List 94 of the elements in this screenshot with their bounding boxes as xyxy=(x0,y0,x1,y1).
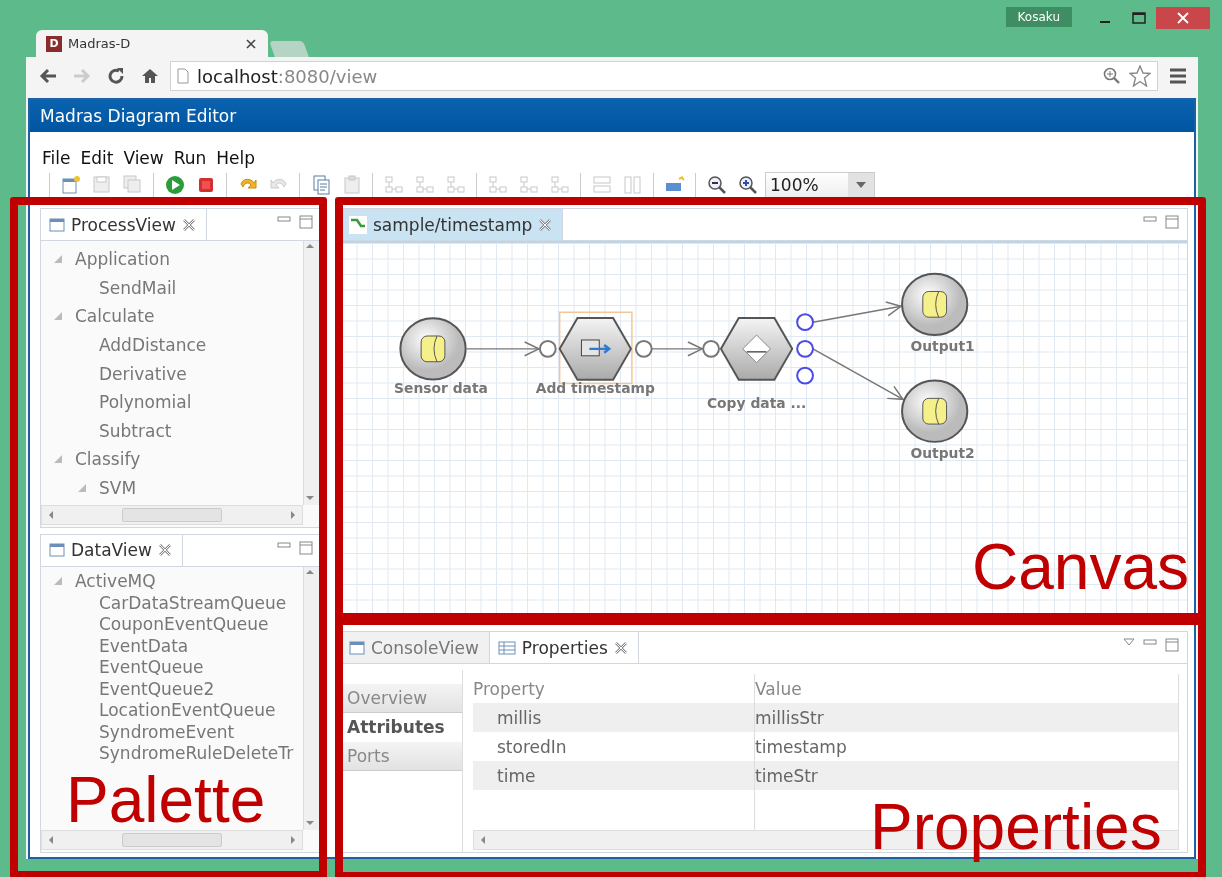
node-label: Output2 xyxy=(910,444,975,461)
annotation-label: Palette xyxy=(66,776,266,825)
tree-item[interactable]: LocationEventQueue xyxy=(99,700,276,721)
tree-item[interactable]: EventQueue xyxy=(99,657,204,678)
close-icon xyxy=(181,217,196,232)
back-arrow-icon[interactable] xyxy=(38,67,58,85)
section-tab[interactable]: Ports xyxy=(341,742,462,771)
close-icon xyxy=(613,640,628,655)
tree-item[interactable]: EventQueue2 xyxy=(99,678,215,699)
page-icon xyxy=(177,68,189,84)
tree-item[interactable]: SyndromeRuleDeleteTr xyxy=(99,743,294,764)
reload-icon[interactable] xyxy=(107,67,125,85)
panel-tab[interactable]: ConsoleView xyxy=(341,632,490,663)
menu-item[interactable]: Run xyxy=(173,148,207,168)
window-icon xyxy=(349,639,365,656)
maximize-icon xyxy=(1165,638,1179,652)
port-icon[interactable] xyxy=(634,339,653,358)
table-icon xyxy=(497,640,516,655)
port-icon[interactable] xyxy=(796,366,814,385)
section-tab[interactable]: Overview xyxy=(341,684,462,713)
expanded-arrow-icon[interactable] xyxy=(54,312,62,321)
minimize-icon xyxy=(277,215,291,223)
tree-item[interactable]: Polynomial xyxy=(99,392,192,413)
expanded-arrow-icon[interactable] xyxy=(54,255,62,264)
tree-item[interactable]: SVM xyxy=(99,478,137,499)
horizontal-scrollbar[interactable] xyxy=(41,830,303,850)
tree-item[interactable]: SyndromeEvent xyxy=(99,721,235,742)
zoom-icon[interactable] xyxy=(1103,67,1121,85)
tree-item[interactable]: Application xyxy=(75,249,170,270)
maximize-icon xyxy=(1165,215,1179,229)
port-icon[interactable] xyxy=(538,339,557,358)
maximize-icon[interactable] xyxy=(1132,12,1146,24)
new-file-icon[interactable] xyxy=(59,174,82,196)
tree-item[interactable]: ActiveMQ xyxy=(75,571,156,592)
table-cell: timeStr xyxy=(755,761,1179,790)
connector-arrow xyxy=(650,341,704,357)
star-icon[interactable] xyxy=(1129,65,1151,87)
minimize-icon xyxy=(277,540,291,549)
expanded-arrow-icon[interactable] xyxy=(54,577,62,586)
node-label: Output1 xyxy=(910,337,975,354)
zoom-dropdown[interactable]: 100% xyxy=(765,172,875,198)
menu-item[interactable]: File xyxy=(42,148,71,168)
browser-tab[interactable]: D Madras-D xyxy=(36,30,268,57)
close-icon xyxy=(1177,12,1189,24)
zoom-in-icon[interactable] xyxy=(736,174,759,196)
home-icon[interactable] xyxy=(141,67,159,85)
menu-item[interactable]: View xyxy=(123,148,164,168)
app-title: Madras Diagram Editor xyxy=(30,100,1194,132)
close-icon[interactable] xyxy=(246,38,256,49)
horizontal-scrollbar[interactable] xyxy=(41,504,303,525)
data-store-node[interactable] xyxy=(901,272,969,336)
node-label: Sensor data xyxy=(394,380,488,397)
user-name: Kosaku xyxy=(1005,7,1072,27)
minimize-icon xyxy=(1143,638,1157,646)
diagram-icon xyxy=(349,215,367,234)
table-cell: time xyxy=(473,761,755,790)
caret-icon xyxy=(856,182,866,188)
copy-node[interactable] xyxy=(719,317,794,381)
expanded-arrow-icon[interactable] xyxy=(78,484,86,493)
zoom-out-icon[interactable] xyxy=(705,174,728,196)
tree-item[interactable]: EventData xyxy=(99,635,189,656)
port-icon[interactable] xyxy=(702,339,720,358)
favicon: D xyxy=(46,35,62,52)
minimize-icon xyxy=(1143,215,1157,223)
window-icon xyxy=(49,216,65,233)
tree-item[interactable]: Classify xyxy=(75,449,141,470)
data-store-node[interactable] xyxy=(399,317,467,381)
view-menu-icon[interactable] xyxy=(1123,638,1135,646)
close-icon xyxy=(157,543,172,557)
node-label: Copy data ... xyxy=(706,395,807,412)
annotation-label: Canvas xyxy=(972,535,1189,599)
node-label: Add timestamp xyxy=(535,380,655,397)
expanded-arrow-icon[interactable] xyxy=(54,455,62,464)
run-icon[interactable] xyxy=(163,174,186,196)
close-icon xyxy=(538,217,553,232)
tree-item[interactable]: AddDistance xyxy=(99,335,207,356)
maximize-icon xyxy=(299,215,313,229)
tree-item[interactable]: Subtract xyxy=(99,420,172,441)
menu-item[interactable]: Edit xyxy=(80,148,114,168)
tree-item[interactable]: Calculate xyxy=(75,306,155,327)
port-icon[interactable] xyxy=(796,339,814,358)
data-store-node[interactable] xyxy=(901,379,969,443)
address-field[interactable]: localhost:8080/view xyxy=(170,61,1158,91)
tree-item[interactable]: SendMail xyxy=(99,277,177,298)
editor-tab[interactable]: sample/timestamp xyxy=(341,209,564,240)
maximize-icon xyxy=(299,540,313,555)
menu-item[interactable]: Help xyxy=(216,148,256,168)
tree-item[interactable]: CouponEventQueue xyxy=(99,614,269,635)
port-icon[interactable] xyxy=(796,313,814,332)
menu-icon[interactable] xyxy=(1168,67,1188,85)
window-icon xyxy=(49,542,65,558)
close-button[interactable] xyxy=(1156,7,1210,29)
tree-item[interactable]: CarDataStreamQueue xyxy=(99,592,287,613)
tree-item[interactable]: Derivative xyxy=(99,363,187,384)
